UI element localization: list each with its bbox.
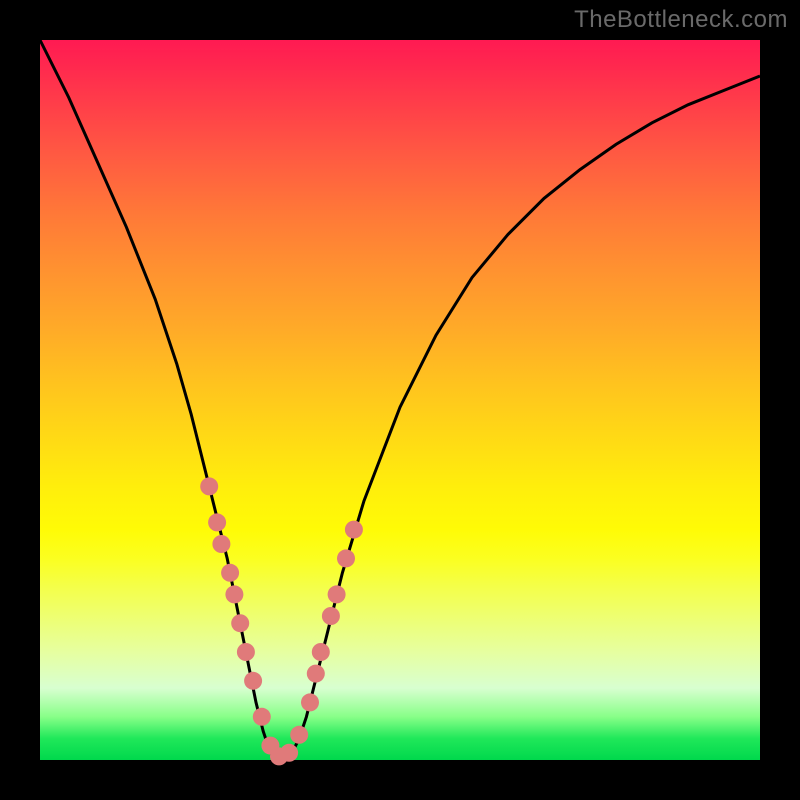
marker-point <box>290 726 308 744</box>
marker-point <box>337 549 355 567</box>
marker-point <box>208 513 226 531</box>
marker-point <box>253 708 271 726</box>
marker-point <box>221 564 239 582</box>
marker-point <box>200 477 218 495</box>
marker-point <box>280 744 298 762</box>
curve-markers <box>200 477 363 765</box>
marker-point <box>345 521 363 539</box>
chart-svg <box>40 40 760 760</box>
marker-point <box>237 643 255 661</box>
marker-point <box>212 535 230 553</box>
bottleneck-curve <box>40 40 760 760</box>
marker-point <box>328 585 346 603</box>
marker-point <box>301 693 319 711</box>
marker-point <box>322 607 340 625</box>
watermark-text: TheBottleneck.com <box>574 6 788 34</box>
plot-area <box>40 40 760 760</box>
marker-point <box>225 585 243 603</box>
marker-point <box>231 614 249 632</box>
marker-point <box>312 643 330 661</box>
marker-point <box>244 672 262 690</box>
marker-point <box>307 665 325 683</box>
chart-frame: TheBottleneck.com <box>0 0 800 800</box>
